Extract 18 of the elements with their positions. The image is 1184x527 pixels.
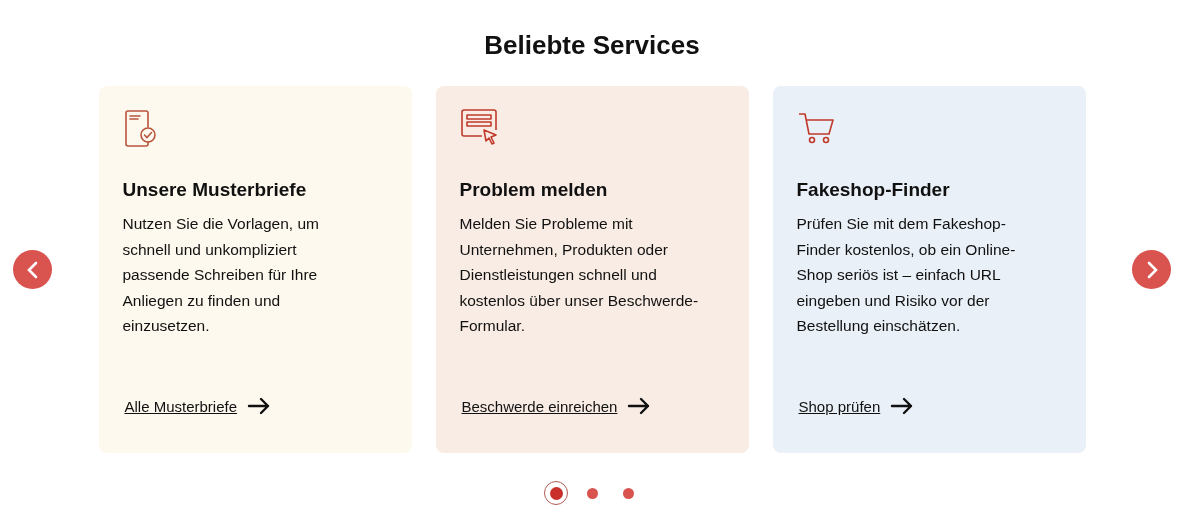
arrow-right-icon <box>890 397 915 415</box>
card-title: Fakeshop-Finder <box>796 179 951 201</box>
section-title: Beliebte Services <box>484 29 700 62</box>
next-button[interactable] <box>1132 250 1171 289</box>
card-description: Nutzen Sie die Vorlagen, um schnell und unkompliziert passende Schreiben für Ihre Anliegen zu finden und einzusetzen. <box>122 214 320 337</box>
arrow-right-icon <box>247 397 272 415</box>
card-title: Problem melden <box>459 179 609 201</box>
previous-button[interactable] <box>13 250 52 289</box>
card-link[interactable]: Shop prüfen <box>798 397 881 415</box>
card-title: Unsere Musterbriefe <box>122 179 308 201</box>
document-check-icon <box>122 108 159 148</box>
arrow-right-icon <box>627 397 652 415</box>
card-link[interactable]: Alle Musterbriefe <box>124 397 238 415</box>
card-link[interactable]: Beschwerde einreichen <box>461 397 618 415</box>
card-description: Prüfen Sie mit dem Fakeshop-Finder kostenlos, ob ein Online-Shop seriös ist – einfach URL eingeben und Risiko vor der Bestellung einschätzen. <box>796 214 1017 337</box>
form-cursor-icon <box>459 108 500 148</box>
card-description: Melden Sie Probleme mit Unternehmen, Produkten oder Dienstleistungen schnell und kostenlos über unser Beschwerde-Formular. <box>459 214 700 337</box>
chevron-left-icon <box>25 260 40 279</box>
